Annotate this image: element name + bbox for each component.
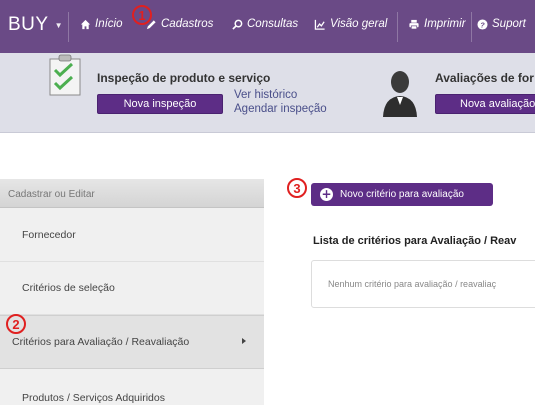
chevron-down-icon: ▼ <box>54 20 63 30</box>
brand-menu[interactable]: BUY ▼ <box>8 14 63 36</box>
chart-icon <box>314 19 325 30</box>
user-avatar-icon <box>383 71 417 117</box>
nav-divider <box>397 12 398 42</box>
inspection-card-title: Inspeção de produto e serviço <box>97 71 271 85</box>
view-history-link[interactable]: Ver histórico <box>234 89 297 101</box>
nav-item-label: Consultas <box>247 18 299 30</box>
plus-circle-icon: + <box>320 187 333 201</box>
sidebar-item-fornecedor[interactable]: Fornecedor <box>0 209 264 262</box>
nav-item-imprimir[interactable]: Imprimir <box>408 18 466 30</box>
sidebar-item-criterios-avaliacao[interactable]: Critérios para Avaliação / Reavaliação <box>0 315 264 369</box>
new-criterion-button[interactable]: + Novo critério para avaliação <box>311 183 493 206</box>
nav-item-label: Imprimir <box>424 18 466 30</box>
svg-text:?: ? <box>480 20 485 29</box>
nav-item-label: Visão geral <box>330 18 388 30</box>
brand-logo: BUY <box>8 14 49 35</box>
evaluation-card-title: Avaliações de for <box>435 71 534 85</box>
sidebar-item-label: Critérios para Avaliação / Reavaliação <box>12 336 190 348</box>
nav-item-cadastros[interactable]: Cadastros <box>146 18 213 30</box>
nav-divider <box>68 12 69 42</box>
search-icon <box>232 19 243 30</box>
checklist-icon <box>49 54 81 96</box>
step-marker-1: 1 <box>132 5 152 25</box>
sidebar-item-label: Fornecedor <box>22 229 76 241</box>
help-icon: ? <box>477 18 488 30</box>
chevron-right-icon <box>242 338 246 344</box>
nav-item-consultas[interactable]: Consultas <box>232 18 298 30</box>
print-icon <box>409 19 419 29</box>
step-marker-2: 2 <box>6 314 26 334</box>
nav-item-inicio[interactable]: Início <box>80 18 123 30</box>
new-evaluation-button[interactable]: Nova avaliação <box>435 94 535 114</box>
sidebar-item-produtos-servicos[interactable]: Produtos / Serviços Adquiridos <box>0 369 264 405</box>
quick-actions-banner: Inspeção de produto e serviço Nova inspe… <box>0 53 535 133</box>
sidebar-header: Cadastrar ou Editar <box>0 179 264 208</box>
nav-item-suporte[interactable]: ? Suport <box>477 18 526 30</box>
nav-item-label: Suport <box>492 18 526 30</box>
new-inspection-button[interactable]: Nova inspeção <box>97 94 223 114</box>
nav-divider <box>471 12 472 42</box>
nav-item-visao-geral[interactable]: Visão geral <box>314 18 387 30</box>
step-marker-3: 3 <box>287 178 307 198</box>
nav-item-label: Cadastros <box>161 18 214 30</box>
top-navbar: BUY ▼ Início Cadastros Consultas Visão g… <box>0 0 535 53</box>
criteria-list-title: Lista de critérios para Avaliação / Reav <box>313 235 517 247</box>
schedule-inspection-link[interactable]: Agendar inspeção <box>234 103 327 115</box>
criteria-empty-state: Nenhum critério para avaliação / reavali… <box>311 260 535 308</box>
empty-state-message: Nenhum critério para avaliação / reavali… <box>328 279 497 289</box>
nav-item-label: Início <box>95 18 123 30</box>
home-icon <box>80 19 91 29</box>
sidebar: Cadastrar ou Editar Fornecedor Critérios… <box>0 179 264 405</box>
sidebar-item-criterios-selecao[interactable]: Critérios de seleção <box>0 262 264 315</box>
sidebar-item-label: Critérios de seleção <box>22 282 115 294</box>
sidebar-item-label: Produtos / Serviços Adquiridos <box>22 392 165 404</box>
new-criterion-label: Novo critério para avaliação <box>340 189 464 200</box>
